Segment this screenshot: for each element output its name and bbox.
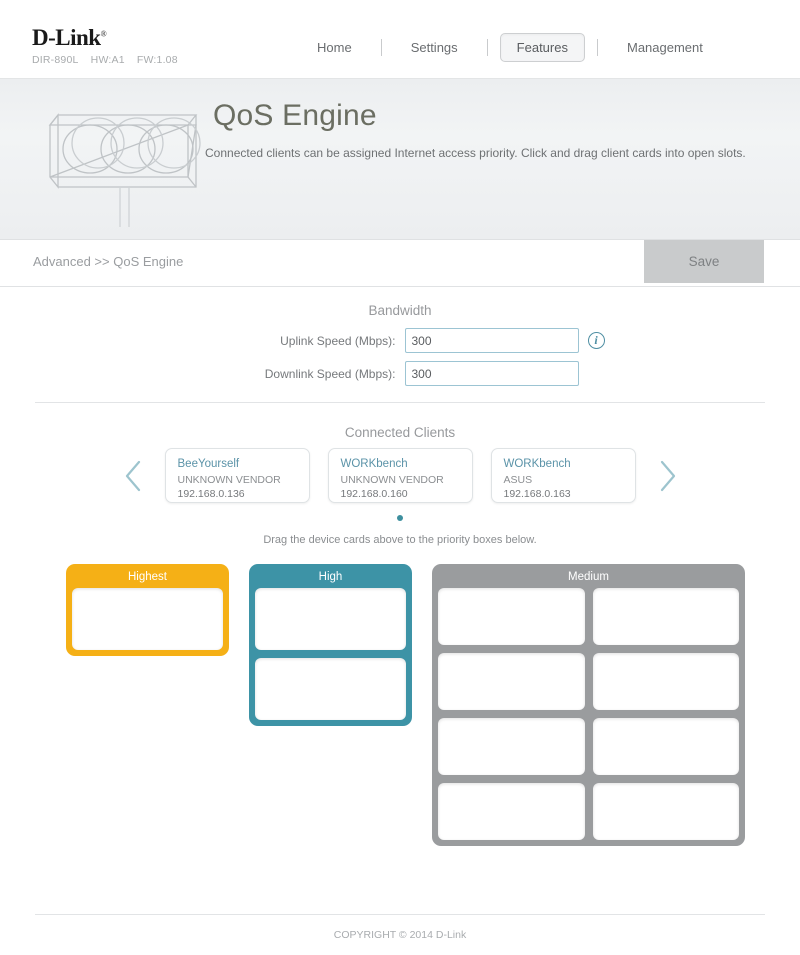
client-card[interactable]: BeeYourself UNKNOWN VENDOR 192.168.0.136 [164,448,310,503]
chevron-right-icon[interactable] [652,454,682,498]
nav-item-home[interactable]: Home [300,33,369,62]
page-footer: COPYRIGHT © 2014 D-Link [0,914,800,955]
bandwidth-title: Bandwidth [368,303,432,318]
priority-slot[interactable] [255,588,406,650]
priority-slot[interactable] [255,658,406,720]
downlink-speed-input[interactable] [404,361,579,386]
priority-label-highest: Highest [128,571,167,583]
priority-boxes: Highest High Medium [0,564,800,846]
device-model: DIR-890L [32,54,79,66]
copyright-text: COPYRIGHT © 2014 D-Link [333,929,467,941]
client-vendor: ASUS [503,473,533,486]
main-menu: Home Settings Features Management [300,33,720,62]
carousel-pagination [0,515,800,521]
client-vendor: UNKNOWN VENDOR [340,473,444,486]
downlink-row: Downlink Speed (Mbps): [0,361,800,386]
priority-label-high: High [318,571,343,583]
top-navigation-bar: D-Link® DIR-890L HW:A1 FW:1.08 Home Sett… [0,0,800,79]
nav-separator [596,39,598,56]
priority-slot[interactable] [438,718,585,775]
connected-clients-section: Connected Clients BeeYourself UNKNOWN VE… [0,409,800,546]
client-vendor: UNKNOWN VENDOR [177,473,281,486]
client-card[interactable]: WORKbench UNKNOWN VENDOR 192.168.0.160 [327,448,473,503]
priority-slot[interactable] [438,588,585,645]
slot-grid-medium [438,588,739,840]
nav-item-features[interactable]: Features [499,33,585,62]
device-hardware-version: HW:A1 [90,54,125,66]
client-ip: 192.168.0.160 [340,488,408,501]
dlink-logo-text: D-Link [32,25,101,50]
priority-slot[interactable] [438,653,585,710]
page-description: Connected clients can be assigned Intern… [205,146,746,160]
priority-slot[interactable] [592,783,739,840]
section-divider [35,402,765,403]
device-firmware-version: FW:1.08 [136,54,178,66]
breadcrumb: Advanced >> QoS Engine [33,254,184,269]
drag-instruction: Drag the device cards above to the prior… [263,534,537,546]
client-ip: 192.168.0.163 [503,488,571,501]
priority-label-medium: Medium [568,571,609,583]
nav-item-management[interactable]: Management [610,33,720,62]
client-name: BeeYourself [177,458,240,470]
carousel-dot[interactable] [397,515,403,521]
info-icon[interactable]: i [587,332,605,349]
page-hero: QoS Engine Connected clients can be assi… [0,79,800,240]
downlink-label: Downlink Speed (Mbps): [264,366,396,381]
priority-box-high[interactable]: High [249,564,412,726]
chevron-left-icon[interactable] [119,454,149,498]
priority-slot[interactable] [438,783,585,840]
slot-grid-high [255,588,406,720]
brand-block: D-Link® DIR-890L HW:A1 FW:1.08 [32,26,187,66]
uplink-speed-input[interactable] [404,328,579,353]
client-card[interactable]: WORKbench ASUS 192.168.0.163 [490,448,636,503]
priority-slot[interactable] [592,588,739,645]
client-ip: 192.168.0.136 [177,488,245,501]
priority-slot[interactable] [72,588,223,650]
nav-separator [486,39,488,56]
device-info: DIR-890L HW:A1 FW:1.08 [32,54,187,66]
connected-clients-title: Connected Clients [344,425,456,440]
bandwidth-section: Bandwidth Uplink Speed (Mbps): i Downlin… [0,287,800,386]
breadcrumb-bar: Advanced >> QoS Engine Save [0,240,800,287]
priority-slot[interactable] [592,718,739,775]
clients-carousel: BeeYourself UNKNOWN VENDOR 192.168.0.136… [0,448,800,503]
page-title: QoS Engine [213,99,377,132]
slot-grid-highest [72,588,223,650]
dlink-logo[interactable]: D-Link® [32,26,187,49]
priority-slot[interactable] [592,653,739,710]
save-button[interactable]: Save [644,240,764,283]
bandwidth-fields: Uplink Speed (Mbps): i Downlink Speed (M… [0,328,800,386]
uplink-row: Uplink Speed (Mbps): i [0,328,800,353]
client-name: WORKbench [503,458,571,470]
main-content: Bandwidth Uplink Speed (Mbps): i Downlin… [0,287,800,846]
trademark-symbol: ® [100,29,107,39]
priority-box-medium[interactable]: Medium [432,564,745,846]
nav-item-settings[interactable]: Settings [394,33,475,62]
client-card-list: BeeYourself UNKNOWN VENDOR 192.168.0.136… [164,448,636,503]
traffic-light-icon [28,97,218,227]
uplink-label: Uplink Speed (Mbps): [280,333,396,348]
priority-box-highest[interactable]: Highest [66,564,229,656]
nav-separator [380,39,382,56]
client-name: WORKbench [340,458,408,470]
